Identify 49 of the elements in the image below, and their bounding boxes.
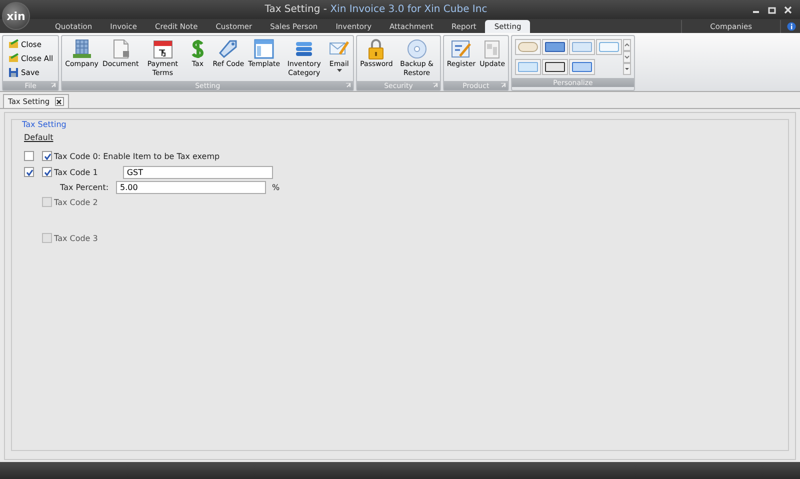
input-field[interactable]: 5.00 <box>116 180 266 194</box>
disc-icon <box>406 38 428 60</box>
checkmark-icon <box>26 168 32 176</box>
default-label: Default <box>24 133 54 142</box>
window-title: Tax Setting - Xin Invoice 3.0 for Xin Cube Inc <box>264 4 488 15</box>
building-icon <box>70 38 93 60</box>
style-swatch[interactable] <box>596 39 622 55</box>
template-icon <box>253 38 276 60</box>
checkbox-label: Tax Code 3 <box>54 234 98 242</box>
launcher-icon <box>501 83 506 88</box>
launcher-icon <box>432 83 438 88</box>
checkbox[interactable] <box>42 167 52 177</box>
style-swatch[interactable] <box>515 39 542 55</box>
checkbox[interactable] <box>24 167 34 177</box>
close-button[interactable] <box>54 97 64 106</box>
checkbox[interactable] <box>24 151 34 161</box>
restore-icon <box>768 6 776 14</box>
app-logo[interactable]: xin <box>2 2 30 30</box>
style-swatch[interactable] <box>515 58 542 74</box>
unit-label: % <box>272 182 280 192</box>
save-icon <box>8 67 19 78</box>
scroll-down-icon <box>623 51 632 63</box>
close-icon <box>56 98 62 104</box>
form-pencil-icon <box>450 38 472 60</box>
close-icon <box>784 6 792 14</box>
input-field[interactable]: GST <box>122 166 273 178</box>
checkbox[interactable] <box>42 233 52 243</box>
folder-icon <box>8 52 19 64</box>
checkmark-icon <box>44 168 50 176</box>
field-label: Tax Percent: <box>60 182 110 192</box>
style-swatch[interactable] <box>569 39 596 55</box>
folder-icon <box>8 38 19 50</box>
checkbox[interactable] <box>42 197 52 207</box>
style-swatch[interactable] <box>569 58 596 74</box>
style-swatch[interactable] <box>542 58 568 74</box>
calendar-icon <box>152 38 174 60</box>
checkbox[interactable] <box>42 151 52 161</box>
info-icon <box>787 22 796 31</box>
checkbox-label: Tax Code 0: Enable Item to be Tax exemp <box>54 152 220 160</box>
tag-icon <box>217 38 240 60</box>
style-swatch[interactable] <box>542 39 568 55</box>
checkbox-label: Tax Code 1 <box>54 168 98 176</box>
expand-icon <box>623 63 632 75</box>
group-legend: Tax Setting <box>20 120 788 129</box>
launcher-icon <box>51 83 56 88</box>
scroll-up-icon <box>623 39 632 51</box>
checkmark-icon <box>44 152 50 160</box>
checkbox-label: Tax Code 2 <box>54 198 98 206</box>
launcher-icon <box>346 83 352 88</box>
